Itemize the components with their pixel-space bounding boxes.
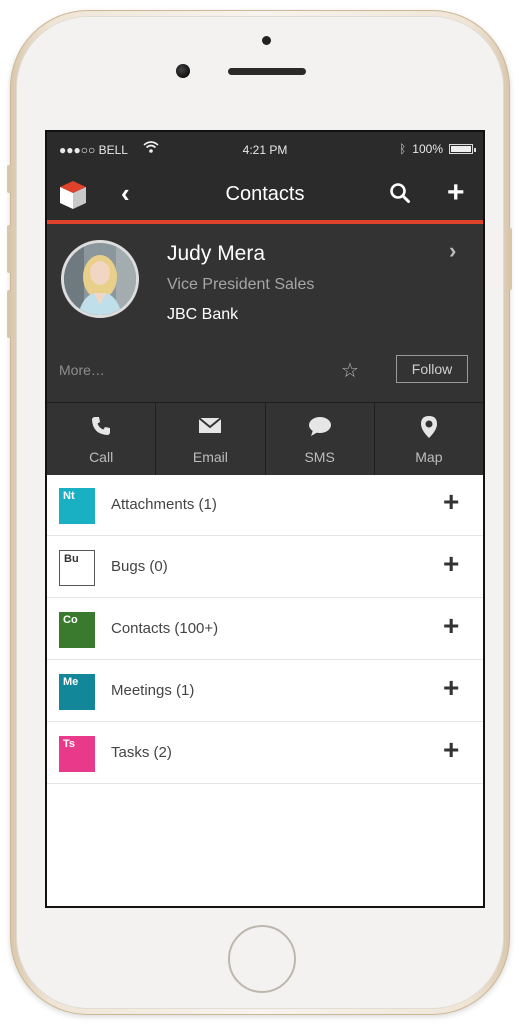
battery-status: ᛒ 100% [399,142,476,156]
list-item-tasks[interactable]: Ts Tasks (2) + [47,722,483,784]
plus-icon[interactable]: + [443,610,459,642]
module-badge: Ts [59,736,95,772]
action-bar: Call Email SMS Map [47,402,483,475]
plus-icon[interactable]: + [443,734,459,766]
list-item-meetings[interactable]: Me Meetings (1) + [47,660,483,722]
battery-icon [449,144,476,154]
add-icon[interactable]: + [447,176,465,210]
map-pin-icon [375,415,483,441]
page-title: Contacts [225,183,305,205]
module-badge: Bu [59,550,95,586]
front-camera [176,64,190,78]
list-item-label: Tasks (2) [111,744,172,761]
email-button[interactable]: Email [156,403,266,475]
list-item-attachments[interactable]: Nt Attachments (1) + [47,474,483,536]
list-item-contacts[interactable]: Co Contacts (100+) + [47,598,483,660]
call-button[interactable]: Call [47,403,157,475]
power-button [508,228,512,290]
sms-button[interactable]: SMS [266,403,375,475]
volume-up-button [7,225,11,273]
search-icon[interactable] [389,182,411,204]
mute-switch [7,165,11,193]
contact-company[interactable]: JBC Bank [167,306,238,324]
map-button[interactable]: Map [375,403,483,475]
nav-bar: ‹ Contacts + [47,166,483,224]
volume-down-button [7,290,11,338]
plus-icon[interactable]: + [443,548,459,580]
home-button[interactable] [228,925,296,993]
more-link[interactable]: More… [59,362,105,378]
bluetooth-icon: ᛒ [399,142,407,156]
phone-icon [47,415,155,441]
contact-title: Vice President Sales [167,276,315,293]
list-item-bugs[interactable]: Bu Bugs (0) + [47,536,483,598]
list-item-label: Attachments (1) [111,496,217,513]
plus-icon[interactable]: + [443,672,459,704]
envelope-icon [156,415,264,441]
proximity-sensor [262,36,271,45]
module-badge: Nt [59,488,95,524]
contact-header: Judy Mera Vice President Sales JBC Bank … [47,224,483,402]
list-item-label: Contacts (100+) [111,620,219,637]
sms-label: SMS [304,449,335,465]
status-bar: ●●●○○ BELL 4:21 PM ᛒ 100% [47,132,483,166]
avatar[interactable] [61,240,139,318]
chevron-right-icon[interactable]: › [449,238,456,264]
plus-icon[interactable]: + [443,486,459,518]
email-label: Email [192,449,228,465]
module-badge: Me [59,674,95,710]
app-screen: ●●●○○ BELL 4:21 PM ᛒ 100% ‹ Contacts + J… [45,130,485,908]
call-label: Call [89,449,114,465]
battery-percent: 100% [412,142,443,156]
module-badge: Co [59,612,95,648]
list-item-label: Meetings (1) [111,682,195,699]
chat-bubble-icon [266,415,374,441]
related-list: Nt Attachments (1) + Bu Bugs (0) + Co Co… [47,474,483,784]
map-label: Map [415,449,443,465]
contact-name: Judy Mera [167,242,266,265]
follow-button[interactable]: Follow [396,355,468,383]
list-item-label: Bugs (0) [111,558,168,575]
earpiece-speaker [228,68,306,75]
star-icon[interactable]: ☆ [341,358,359,383]
